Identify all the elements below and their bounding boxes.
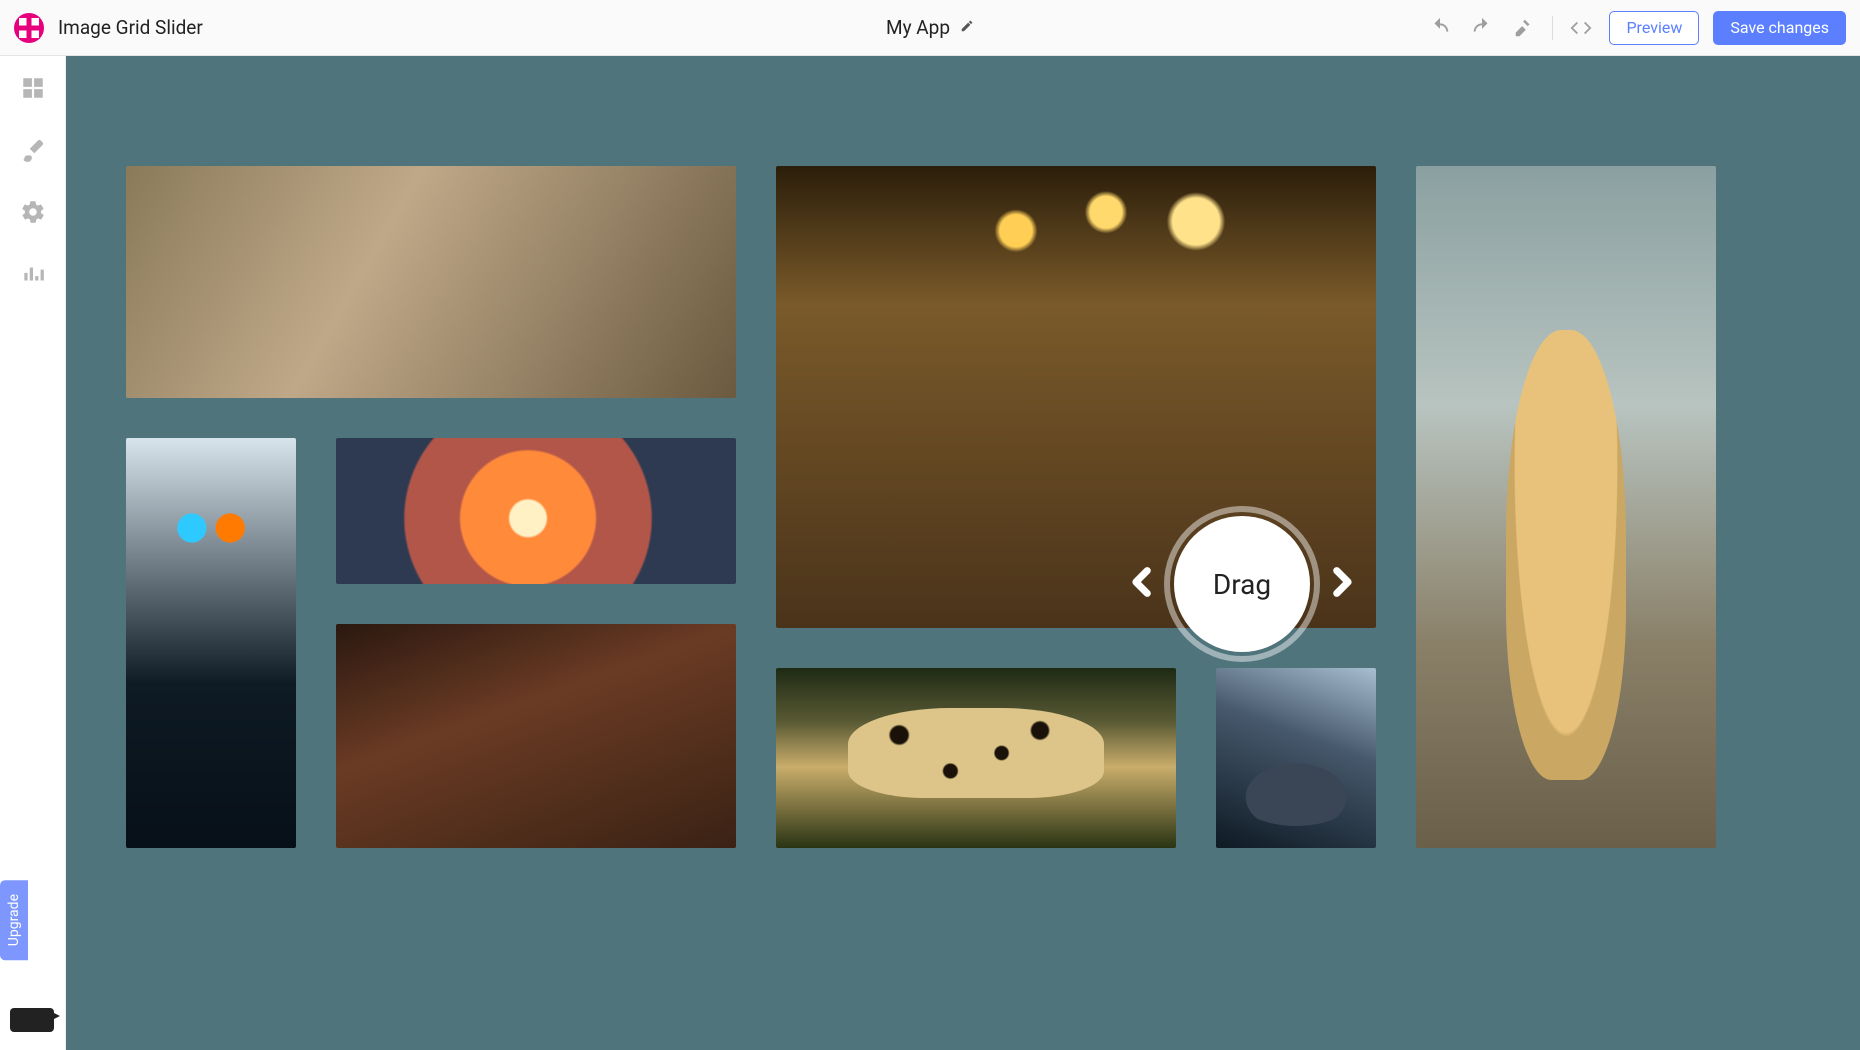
topbar: Image Grid Slider My App Preview Save ch… — [0, 0, 1860, 56]
save-changes-button[interactable]: Save changes — [1713, 11, 1846, 45]
gear-icon[interactable] — [19, 198, 47, 226]
chevron-left-icon[interactable] — [1126, 565, 1160, 603]
app-name[interactable]: My App — [886, 16, 950, 39]
separator — [1552, 16, 1553, 40]
chevron-right-icon[interactable] — [1324, 565, 1358, 603]
grid-image-golden-retriever[interactable] — [1416, 166, 1716, 848]
grid-image-airplane-clouds[interactable] — [1216, 668, 1376, 848]
left-rail: Upgrade — [0, 56, 66, 1050]
grid-image-hands-toasting[interactable] — [336, 624, 736, 848]
upgrade-button[interactable]: Upgrade — [0, 880, 28, 960]
plugin-title: Image Grid Slider — [58, 16, 203, 39]
code-icon[interactable] — [1567, 14, 1595, 42]
grid-image-sunset[interactable] — [336, 438, 736, 584]
debug-console-icon[interactable] — [10, 1008, 54, 1032]
edit-name-icon[interactable] — [960, 18, 974, 37]
topbar-center: My App — [886, 16, 974, 39]
undo-icon[interactable] — [1426, 14, 1454, 42]
topbar-right: Preview Save changes — [1426, 11, 1846, 45]
grid-image-group-photo[interactable] — [126, 166, 736, 398]
hammer-icon[interactable] — [1510, 14, 1538, 42]
slider-drag-control[interactable]: Drag — [1126, 516, 1358, 652]
grid-image-leopard[interactable] — [776, 668, 1176, 848]
grid-layout-icon[interactable] — [19, 74, 47, 102]
grid-image-skis[interactable] — [126, 438, 296, 848]
drag-handle[interactable]: Drag — [1174, 516, 1310, 652]
image-grid-slider[interactable]: Drag — [126, 166, 1800, 1050]
analytics-icon[interactable] — [19, 260, 47, 288]
brush-icon[interactable] — [19, 136, 47, 164]
brand-logo-icon[interactable] — [14, 13, 44, 43]
drag-label: Drag — [1213, 568, 1271, 601]
editor-canvas[interactable]: Drag — [66, 56, 1860, 1050]
preview-button[interactable]: Preview — [1609, 11, 1699, 45]
redo-icon[interactable] — [1468, 14, 1496, 42]
